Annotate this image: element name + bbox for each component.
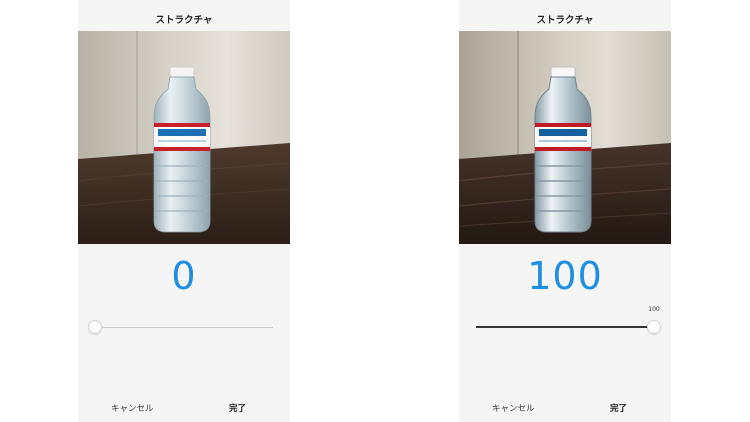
- structure-value: 100: [527, 254, 603, 298]
- slider-thumb[interactable]: [89, 321, 101, 333]
- adjust-panel-structure-100: ストラクチャ 100 100 キャンセル 完了: [459, 0, 671, 422]
- slider-track: [95, 327, 273, 328]
- slider-value-tooltip: 100: [648, 306, 660, 313]
- cancel-button[interactable]: キャンセル: [492, 402, 535, 414]
- structure-slider[interactable]: [89, 320, 273, 336]
- slider-thumb[interactable]: [648, 321, 660, 333]
- panel-title: ストラクチャ: [155, 15, 213, 26]
- done-button[interactable]: 完了: [610, 402, 627, 414]
- structure-slider[interactable]: 100: [476, 306, 660, 336]
- done-button[interactable]: 完了: [229, 402, 246, 414]
- adjust-panel-structure-0: ストラクチャ 0 キャンセル 完了: [78, 0, 290, 422]
- cancel-button[interactable]: キャンセル: [111, 402, 154, 414]
- photo-preview: [78, 31, 290, 244]
- slider-fill: [476, 326, 654, 328]
- panel-title: ストラクチャ: [536, 15, 594, 26]
- photo-preview: [459, 31, 671, 244]
- structure-value: 0: [171, 254, 197, 298]
